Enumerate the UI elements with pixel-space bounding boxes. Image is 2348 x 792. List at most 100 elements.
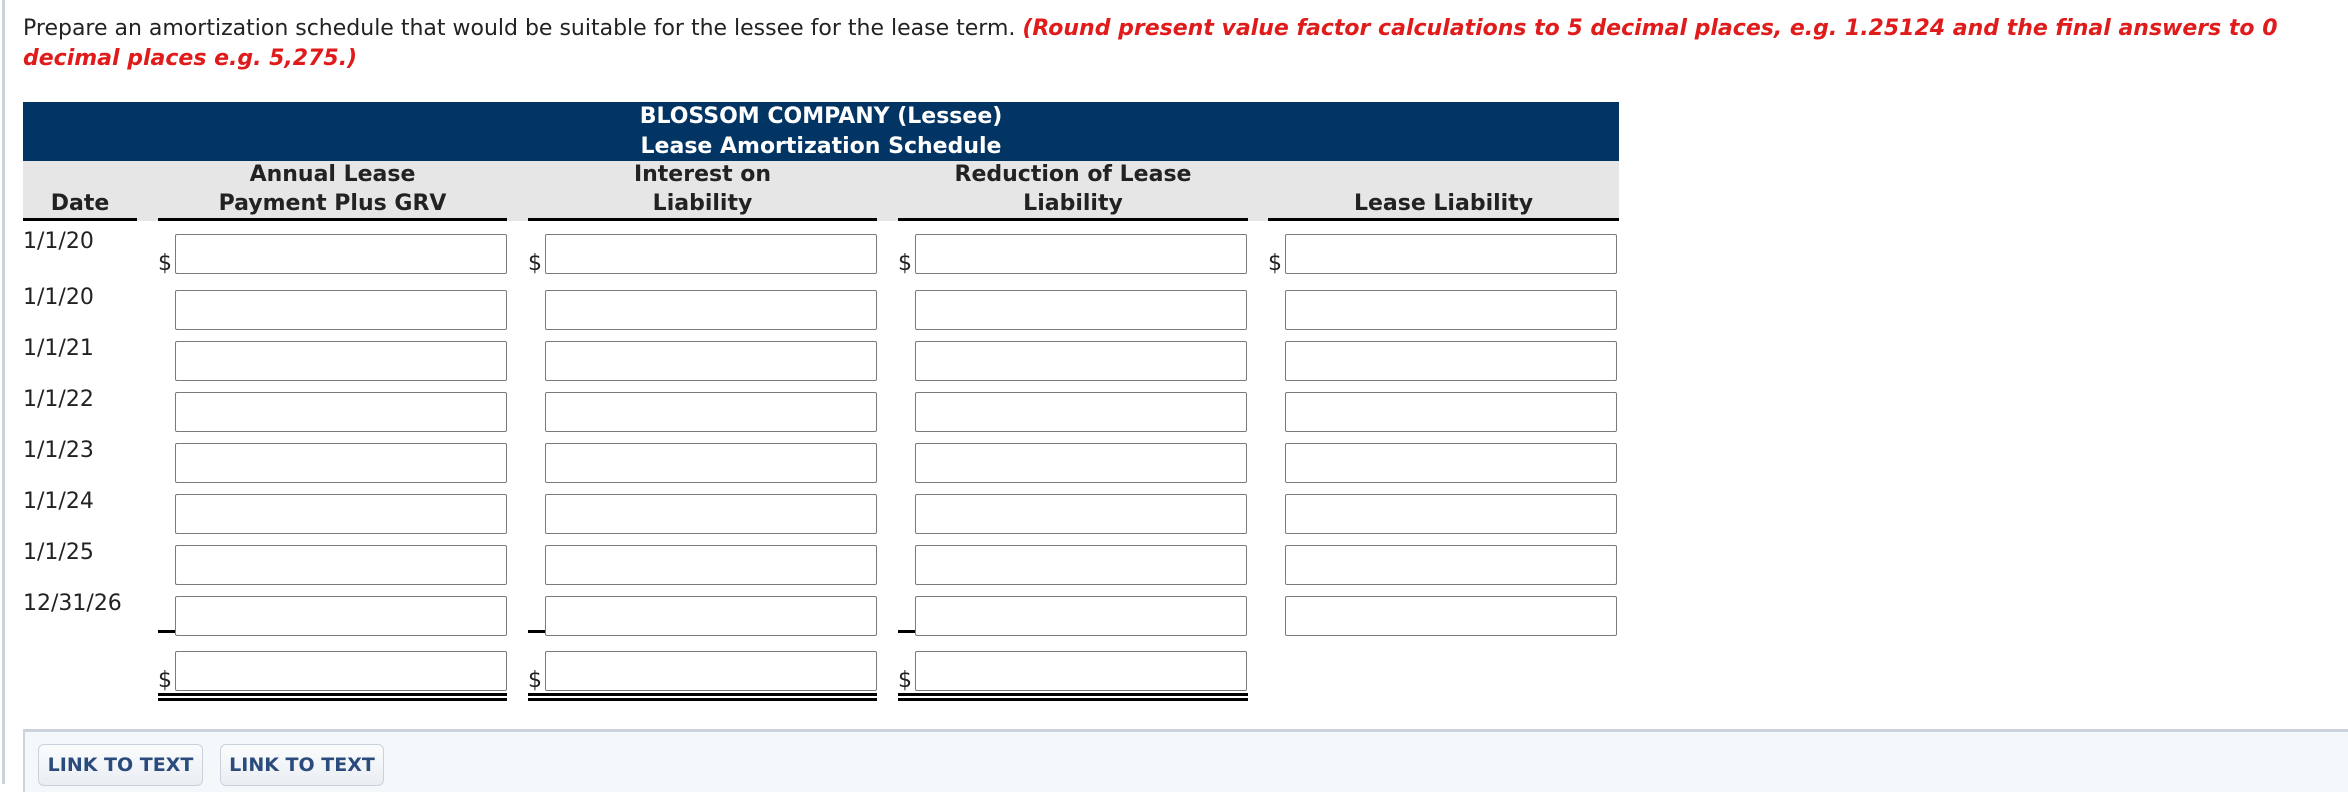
row-date: 1/1/23 [23, 438, 94, 463]
table-row: 1/1/25 [23, 540, 1619, 585]
dollar-sign: $ [158, 251, 172, 276]
interest-on-liability-total-cell: $ [528, 651, 877, 701]
annual-lease-payment-cell [158, 443, 507, 483]
reduction-of-lease-liability-cell [898, 443, 1248, 483]
schedule-title: Lease Amortization Schedule [640, 133, 1002, 159]
lease-liability-input[interactable] [1285, 290, 1617, 330]
link-to-text-button-1[interactable]: LINK TO TEXT [38, 744, 203, 786]
annual-lease-payment-input[interactable] [175, 596, 507, 636]
reduction-of-lease-liability-input[interactable] [915, 443, 1247, 483]
annual-lease-payment-input[interactable] [175, 545, 507, 585]
header-reduction-of-lease-liability: Reduction of Lease Liability [898, 160, 1248, 221]
row-date: 1/1/20 [23, 285, 94, 310]
lease-liability-input[interactable] [1285, 234, 1617, 274]
company-name: BLOSSOM COMPANY (Lessee) [639, 104, 1003, 129]
lease-liability-input[interactable] [1285, 341, 1617, 381]
annual-lease-payment-input[interactable] [175, 341, 507, 381]
table-row: 1/1/20 $ $ $ $ [23, 229, 1619, 276]
lease-liability-input[interactable] [1285, 596, 1617, 636]
interest-on-liability-input[interactable] [545, 290, 877, 330]
reduction-of-lease-liability-input[interactable] [915, 545, 1247, 585]
annual-lease-payment-input[interactable] [175, 290, 507, 330]
interest-on-liability-input[interactable] [545, 443, 877, 483]
interest-on-liability-total-input[interactable] [545, 651, 877, 691]
interest-on-liability-input[interactable] [545, 494, 877, 534]
lease-liability-cell [1268, 545, 1619, 585]
instructions: Prepare an amortization schedule that wo… [23, 14, 2323, 74]
reduction-of-lease-liability-total-input[interactable] [915, 651, 1247, 691]
reduction-of-lease-liability-input[interactable] [915, 290, 1247, 330]
table-row: 1/1/20 [23, 285, 1619, 330]
table-row: 1/1/22 [23, 387, 1619, 432]
link-to-text-button-2[interactable]: LINK TO TEXT [220, 744, 384, 786]
interest-on-liability-input[interactable] [545, 234, 877, 274]
instructions-text: Prepare an amortization schedule that wo… [23, 16, 1016, 41]
dollar-sign: $ [528, 251, 542, 276]
footer-panel: LINK TO TEXT LINK TO TEXT [23, 729, 2348, 792]
dollar-sign: $ [158, 668, 172, 693]
table-row: 1/1/21 [23, 336, 1619, 381]
subtotal-underline [898, 630, 915, 633]
totals-row: $ $ $ [23, 651, 1619, 701]
annual-lease-payment-cell: $ [158, 234, 507, 276]
page-left-border [2, 0, 5, 784]
subtotal-underline [158, 630, 175, 633]
row-date: 1/1/22 [23, 387, 94, 412]
table-row: 1/1/23 [23, 438, 1619, 483]
dollar-sign: $ [1268, 251, 1282, 276]
lease-liability-cell [1268, 341, 1619, 381]
annual-lease-payment-cell [158, 596, 507, 636]
interest-on-liability-cell [528, 494, 877, 534]
annual-lease-payment-total-input[interactable] [175, 651, 507, 691]
reduction-of-lease-liability-input[interactable] [915, 341, 1247, 381]
row-date: 1/1/24 [23, 489, 94, 514]
interest-on-liability-input[interactable] [545, 341, 877, 381]
annual-lease-payment-input[interactable] [175, 234, 507, 274]
lease-liability-input[interactable] [1285, 545, 1617, 585]
annual-lease-payment-input[interactable] [175, 392, 507, 432]
header-interest-on-liability: Interest on Liability [528, 160, 877, 221]
reduction-of-lease-liability-cell [898, 290, 1248, 330]
interest-on-liability-input[interactable] [545, 392, 877, 432]
column-headers: Date Annual Lease Payment Plus GRV Intere… [23, 161, 1619, 221]
interest-on-liability-cell [528, 392, 877, 432]
lease-liability-input[interactable] [1285, 443, 1617, 483]
reduction-of-lease-liability-cell [898, 545, 1248, 585]
lease-liability-input[interactable] [1285, 392, 1617, 432]
dollar-sign: $ [898, 251, 912, 276]
annual-lease-payment-cell [158, 494, 507, 534]
header-lease-liability: Lease Liability [1268, 160, 1619, 221]
reduction-of-lease-liability-input[interactable] [915, 234, 1247, 274]
lease-liability-cell: $ [1268, 234, 1619, 276]
lease-liability-cell [1268, 290, 1619, 330]
annual-lease-payment-cell [158, 392, 507, 432]
header-annual-lease-payment: Annual Lease Payment Plus GRV [158, 160, 507, 221]
reduction-of-lease-liability-input[interactable] [915, 392, 1247, 432]
reduction-of-lease-liability-input[interactable] [915, 494, 1247, 534]
interest-on-liability-cell: $ [528, 234, 877, 276]
reduction-of-lease-liability-cell [898, 392, 1248, 432]
lease-liability-input[interactable] [1285, 494, 1617, 534]
lease-liability-cell [1268, 443, 1619, 483]
reduction-of-lease-liability-input[interactable] [915, 596, 1247, 636]
interest-on-liability-input[interactable] [545, 596, 877, 636]
reduction-of-lease-liability-total-cell: $ [898, 651, 1248, 701]
table-row: 12/31/26 [23, 591, 1619, 636]
row-date: 1/1/25 [23, 540, 94, 565]
lease-liability-cell [1268, 494, 1619, 534]
reduction-of-lease-liability-cell: $ [898, 234, 1248, 276]
annual-lease-payment-cell [158, 341, 507, 381]
reduction-of-lease-liability-cell [898, 341, 1248, 381]
interest-on-liability-cell [528, 341, 877, 381]
interest-on-liability-input[interactable] [545, 545, 877, 585]
interest-on-liability-cell [528, 596, 877, 636]
row-date: 1/1/20 [23, 229, 94, 254]
annual-lease-payment-cell [158, 545, 507, 585]
lease-liability-cell [1268, 392, 1619, 432]
dollar-sign: $ [528, 668, 542, 693]
schedule-banner: BLOSSOM COMPANY (Lessee) Lease Amortizat… [23, 102, 1619, 161]
annual-lease-payment-input[interactable] [175, 494, 507, 534]
annual-lease-payment-input[interactable] [175, 443, 507, 483]
table-row: 1/1/24 [23, 489, 1619, 534]
reduction-of-lease-liability-cell [898, 494, 1248, 534]
